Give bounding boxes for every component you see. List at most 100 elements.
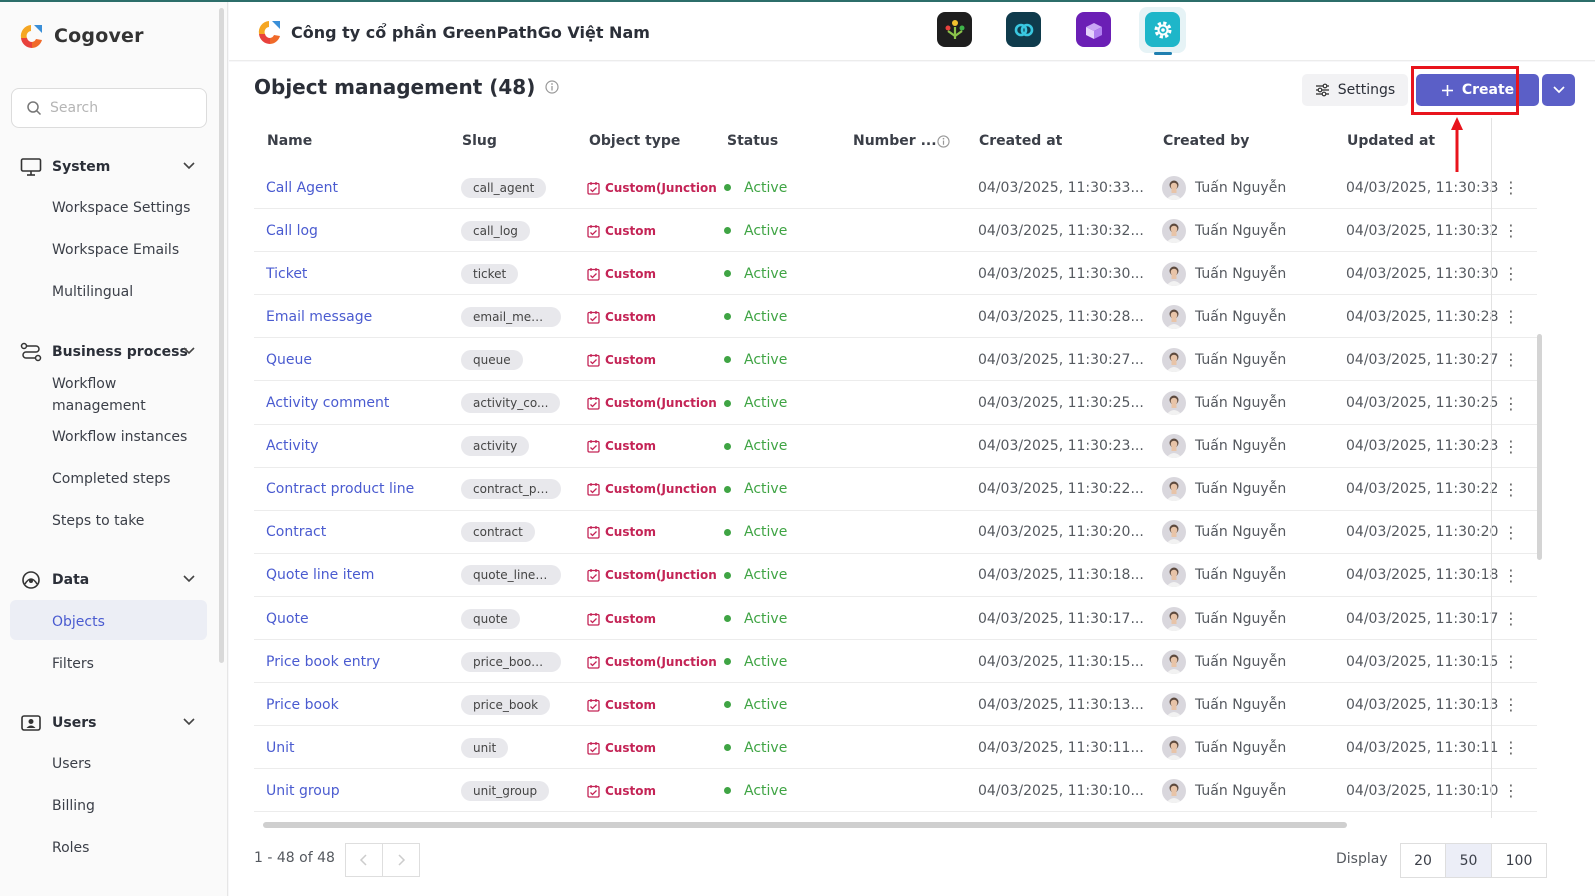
table-row[interactable]: Email message email_mess... Custom Active 04… [254,295,1537,339]
more-options-icon[interactable]: ⋮ [1504,394,1518,413]
object-name-link[interactable]: Unit group [266,783,340,799]
table-row[interactable]: Queue queue Custom Active 04/03/2025, 11:30:… [254,338,1537,382]
table-row[interactable]: Call Agent call_agent Custom(Junction Activ… [254,166,1537,209]
table-row[interactable]: Quote line item quote_line_... Custom(Junc… [254,554,1537,597]
object-name-link[interactable]: Call Agent [266,180,338,196]
sidebar-item-workflow-instances[interactable]: Workflow instances [52,426,187,448]
page-size-50[interactable]: 50 [1445,843,1492,878]
more-options-icon[interactable]: ⋮ [1504,695,1518,714]
chevron-down-icon[interactable] [182,715,196,729]
more-options-icon[interactable]: ⋮ [1504,437,1518,456]
more-options-icon[interactable]: ⋮ [1504,738,1518,757]
info-icon[interactable] [937,135,950,148]
object-name-link[interactable]: Activity comment [266,395,389,411]
object-name-link[interactable]: Queue [266,352,312,368]
created-by[interactable]: Tuấn Nguyễn [1162,735,1286,760]
created-by[interactable]: Tuấn Nguyễn [1162,304,1286,329]
object-name-link[interactable]: Activity [266,438,318,454]
object-name-link[interactable]: Price book [266,697,339,713]
object-name-link[interactable]: Contract product line [266,481,414,497]
link-app-icon[interactable] [1006,12,1041,47]
search-input[interactable] [50,100,190,116]
created-by[interactable]: Tuấn Nguyễn [1162,477,1286,502]
table-row[interactable]: Call log call_log Custom Active 04/03/2025, … [254,209,1537,253]
more-options-icon[interactable]: ⋮ [1504,781,1518,800]
page-size-100[interactable]: 100 [1491,843,1547,878]
created-by[interactable]: Tuấn Nguyễn [1162,261,1286,286]
more-options-icon[interactable]: ⋮ [1504,350,1518,369]
sidebar-search[interactable] [11,88,207,128]
created-by[interactable]: Tuấn Nguyễn [1162,778,1286,803]
table-row[interactable]: Price book entry price_book... Custom(Junc… [254,640,1537,684]
heart-box-app-icon[interactable] [1076,12,1111,47]
prev-page-button[interactable] [345,843,383,877]
company-switcher[interactable]: Công ty cổ phần GreenPathGo Việt Nam [256,19,650,46]
more-options-icon[interactable]: ⋮ [1504,264,1518,283]
table-row[interactable]: Contract contract Custom Active 04/03/2025, … [254,511,1537,554]
page-size-20[interactable]: 20 [1400,843,1446,878]
created-by[interactable]: Tuấn Nguyễn [1162,175,1286,200]
info-icon[interactable] [545,80,559,94]
people-tree-app-icon[interactable] [937,12,972,47]
chevron-down-icon[interactable] [182,159,196,173]
sidebar-item-completed-steps[interactable]: Completed steps [52,468,170,490]
sidebar-item-multilingual[interactable]: Multilingual [52,281,133,303]
sidebar-item-workflow-management[interactable]: Workflow management [52,373,172,417]
table-row[interactable]: Activity comment activity_co... Custom(Jun… [254,382,1537,425]
object-name-link[interactable]: Quote [266,611,309,627]
created-by[interactable]: Tuấn Nguyễn [1162,347,1286,372]
object-name-link[interactable]: Call log [266,223,318,239]
table-row[interactable]: Ticket ticket Custom Active 04/03/2025, 11:3… [254,252,1537,296]
object-name-link[interactable]: Price book entry [266,654,380,670]
chevron-down-icon[interactable] [182,344,196,358]
object-name-link[interactable]: Unit [266,740,295,756]
created-by[interactable]: Tuấn Nguyễn [1162,649,1286,674]
more-options-icon[interactable]: ⋮ [1504,178,1518,197]
section-users[interactable]: Users [20,710,202,736]
created-by[interactable]: Tuấn Nguyễn [1162,692,1286,717]
more-options-icon[interactable]: ⋮ [1504,609,1518,628]
more-options-icon[interactable]: ⋮ [1504,523,1518,542]
more-options-icon[interactable]: ⋮ [1504,307,1518,326]
object-name-link[interactable]: Ticket [266,266,307,282]
settings-button[interactable]: Settings [1302,74,1408,106]
object-name-link[interactable]: Email message [266,309,372,325]
object-name-link[interactable]: Quote line item [266,567,374,583]
sidebar-scrollbar[interactable] [219,8,224,663]
more-options-icon[interactable]: ⋮ [1504,480,1518,499]
created-by[interactable]: Tuấn Nguyễn [1162,391,1286,415]
table-row[interactable]: Unit group unit_group Custom Active 04/03/20… [254,769,1537,813]
next-page-button[interactable] [382,843,420,877]
table-row[interactable]: Activity activity Custom Active 04/03/2025, … [254,425,1537,468]
section-data[interactable]: Data [20,567,202,593]
more-options-icon[interactable]: ⋮ [1504,566,1518,585]
table-vertical-scrollbar[interactable] [1537,334,1542,560]
table-row[interactable]: Price book price_book Custom Active 04/03/20… [254,683,1537,727]
created-by[interactable]: Tuấn Nguyễn [1162,606,1286,631]
more-options-icon[interactable]: ⋮ [1504,652,1518,671]
created-by[interactable]: Tuấn Nguyễn [1162,434,1286,459]
gear-app-icon[interactable] [1145,12,1180,47]
sidebar-item-workspace-emails[interactable]: Workspace Emails [52,239,179,261]
created-by[interactable]: Tuấn Nguyễn [1162,520,1286,545]
sidebar-item-billing[interactable]: Billing [52,795,95,817]
sidebar-item-objects[interactable]: Objects [52,611,105,633]
table-row[interactable]: Unit unit Custom Active 04/03/2025, 11:30:11… [254,726,1537,770]
created-by[interactable]: Tuấn Nguyễn [1162,563,1286,588]
sidebar-item-steps-to-take[interactable]: Steps to take [52,510,144,532]
sidebar-item-workspace-settings[interactable]: Workspace Settings [52,197,190,219]
sidebar-item-users[interactable]: Users [52,753,91,775]
sidebar-item-roles[interactable]: Roles [52,837,89,859]
section-system[interactable]: System [20,154,202,180]
created-by[interactable]: Tuấn Nguyễn [1162,218,1286,243]
table-row[interactable]: Contract product line contract_pr... Custo… [254,468,1537,511]
table-row[interactable]: Quote quote Custom Active 04/03/2025, 11:30:… [254,597,1537,640]
create-options-button[interactable] [1542,74,1575,106]
chevron-down-icon[interactable] [182,572,196,586]
object-name-link[interactable]: Contract [266,524,326,540]
section-business-process[interactable]: Business process [20,339,202,365]
more-options-icon[interactable]: ⋮ [1504,221,1518,240]
brand[interactable]: Cogover [18,22,144,50]
sidebar-item-filters[interactable]: Filters [52,653,94,675]
table-horizontal-scrollbar[interactable] [263,822,1347,828]
